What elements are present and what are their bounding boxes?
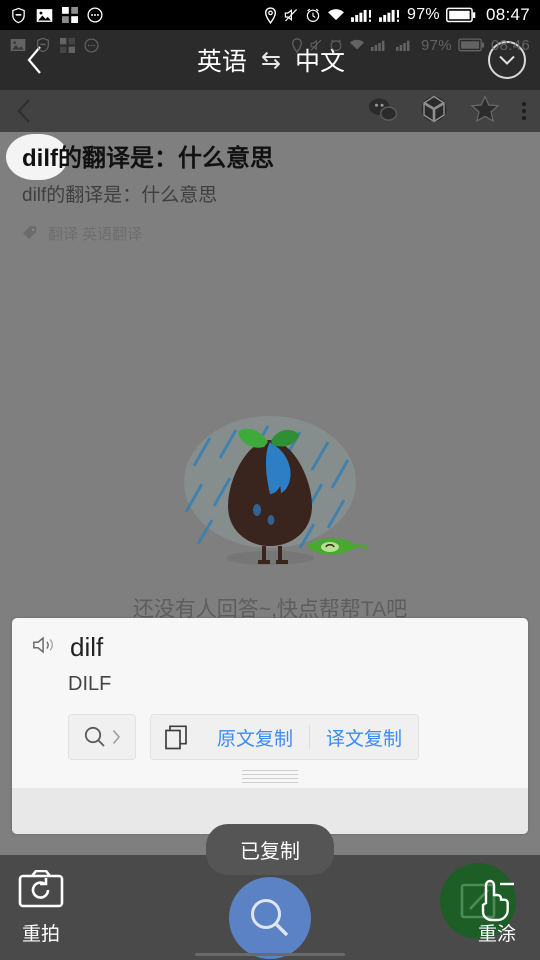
battery-percent-label: 97% [407, 6, 440, 23]
copy-button-group: 原文复制 译文复制 [150, 714, 420, 760]
translation-card: dilf DILF 原文复制 译文复制 [12, 618, 528, 834]
navigation-hint-bar [195, 953, 345, 956]
comments-icon[interactable] [368, 96, 398, 127]
title-back-button[interactable] [14, 38, 54, 82]
tag-icon [22, 225, 39, 242]
target-language-label[interactable]: 中文 [295, 42, 345, 78]
copy-icon[interactable] [151, 724, 201, 750]
drag-handle[interactable] [242, 770, 298, 783]
question-title: dilf的翻译是：什么意思 [22, 145, 274, 172]
more-circle-icon [87, 7, 103, 23]
status-bar-left-icons [10, 7, 103, 24]
sad-seed-in-rain-illustration [172, 404, 372, 581]
search-web-button[interactable] [68, 714, 136, 760]
pointing-hand-cursor [472, 873, 516, 928]
star-icon[interactable] [470, 94, 500, 128]
collapse-panel-button[interactable] [488, 41, 526, 79]
wifi-icon [327, 8, 345, 22]
battery-icon [445, 7, 476, 23]
retake-label: 重拍 [21, 924, 60, 945]
search-icon [251, 899, 289, 937]
word-row: dilf [32, 632, 508, 663]
alarm-icon [305, 7, 321, 23]
speaker-icon[interactable] [32, 634, 56, 661]
source-language-label[interactable]: 英语 [197, 42, 247, 78]
retake-button[interactable]: 重拍 [18, 869, 64, 946]
question-content: dilf的翻译是：什么意思 dilf的翻译是：什么意思 翻译 英语翻译 还没有人… [0, 132, 540, 621]
system-status-bar: 97% 08:47 [0, 0, 540, 30]
phone-screen: 97% 08:47 dilf的翻译是：什么意思 dilf的翻译是：什么意思 翻译… [0, 0, 540, 960]
translation-card-body: dilf DILF 原文复制 译文复制 [12, 618, 528, 760]
translated-word: DILF [68, 673, 112, 695]
signal-sim2-icon [379, 8, 401, 22]
mute-icon [283, 7, 299, 23]
toast-message: 已复制 [206, 824, 334, 875]
status-bar-right-icons: 97% 08:47 [264, 5, 530, 25]
swap-languages-icon[interactable]: ⇆ [261, 46, 281, 75]
search-icon [84, 726, 105, 747]
signal-sim1-icon [351, 8, 373, 22]
translate-title-bar: 英语 ⇆ 中文 [0, 30, 540, 90]
card-action-row: 原文复制 译文复制 [68, 714, 508, 760]
copy-source-button[interactable]: 原文复制 [201, 724, 309, 750]
overflow-menu-icon[interactable] [522, 102, 526, 120]
location-pin-icon [264, 6, 277, 24]
shield-icon [10, 7, 27, 24]
source-word: dilf [70, 632, 104, 662]
empty-state: 还没有人回答~,快点帮帮TA吧 [0, 404, 540, 621]
search-fab-button[interactable] [229, 877, 311, 959]
clock-label: 08:47 [485, 5, 530, 24]
camera-aperture-icon[interactable] [420, 95, 448, 128]
photo-icon [36, 8, 53, 23]
apps-grid-icon [62, 7, 78, 23]
question-tags-row: 翻译 英语翻译 [0, 209, 540, 244]
qa-back-button[interactable] [14, 97, 48, 125]
qa-action-icons [368, 94, 526, 128]
camera-retake-icon [18, 869, 64, 914]
question-title-wrap: dilf的翻译是：什么意思 [0, 132, 540, 180]
language-pair[interactable]: 英语 ⇆ 中文 [54, 42, 488, 78]
question-subtitle: dilf的翻译是：什么意思 [22, 185, 218, 206]
question-tags-label: 翻译 英语翻译 [48, 225, 143, 243]
chevron-right-icon [112, 730, 120, 744]
qa-page-header [0, 90, 540, 132]
copy-translation-button[interactable]: 译文复制 [310, 724, 418, 750]
